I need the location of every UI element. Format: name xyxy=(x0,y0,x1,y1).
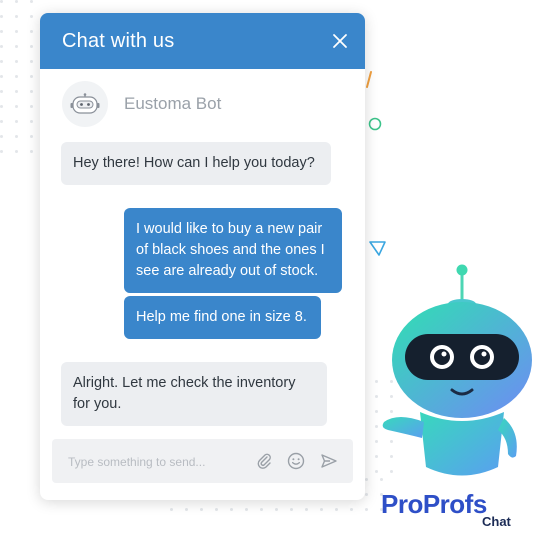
brand-name: ProProfs xyxy=(381,489,487,519)
message-bot-1: Hey there! How can I help you today? xyxy=(61,142,331,185)
dot xyxy=(15,60,18,63)
dot xyxy=(30,0,33,3)
dot xyxy=(15,0,18,3)
message-input[interactable] xyxy=(66,452,240,472)
send-icon[interactable] xyxy=(319,451,339,471)
dot xyxy=(0,30,3,33)
dot xyxy=(275,508,278,511)
dot xyxy=(15,30,18,33)
dot xyxy=(30,45,33,48)
dot xyxy=(0,60,3,63)
paperclip-icon[interactable] xyxy=(254,451,274,471)
dot xyxy=(30,150,33,153)
robot-mascot-illustration xyxy=(382,264,532,476)
dot xyxy=(15,120,18,123)
dot xyxy=(15,15,18,18)
dot xyxy=(260,508,263,511)
dot xyxy=(0,0,3,3)
dot xyxy=(170,508,173,511)
dot xyxy=(30,60,33,63)
proprofs-chat-logo: ProProfs Chat xyxy=(381,490,521,530)
chat-widget: Chat with us Eustoma Bot Hey there! How … xyxy=(40,13,365,500)
dot xyxy=(185,508,188,511)
close-icon[interactable] xyxy=(331,32,349,50)
bot-avatar xyxy=(62,81,108,127)
dot xyxy=(305,508,308,511)
dot xyxy=(30,120,33,123)
dot xyxy=(15,150,18,153)
dot xyxy=(290,508,293,511)
dot xyxy=(215,508,218,511)
dot xyxy=(0,135,3,138)
dot xyxy=(350,508,353,511)
dot xyxy=(0,120,3,123)
dot xyxy=(15,90,18,93)
dot xyxy=(15,135,18,138)
orange-stroke-decoration xyxy=(366,71,372,88)
dot xyxy=(0,75,3,78)
blue-triangle-decoration xyxy=(369,241,386,256)
dot xyxy=(30,105,33,108)
brand-product: Chat xyxy=(482,514,511,529)
dot xyxy=(0,150,3,153)
dot xyxy=(335,508,338,511)
chat-title: Chat with us xyxy=(62,30,175,52)
dot xyxy=(30,135,33,138)
dot xyxy=(15,75,18,78)
dot-pattern-left xyxy=(0,0,40,170)
message-user-2: Help me find one in size 8. xyxy=(124,296,321,339)
dot xyxy=(0,90,3,93)
dot xyxy=(30,15,33,18)
dot xyxy=(0,105,3,108)
dot xyxy=(200,508,203,511)
dot xyxy=(365,493,368,496)
dot xyxy=(230,508,233,511)
chat-header: Chat with us xyxy=(40,13,365,69)
smiley-icon[interactable] xyxy=(286,451,306,471)
dot xyxy=(30,75,33,78)
dot xyxy=(15,45,18,48)
bot-name: Eustoma Bot xyxy=(124,94,222,113)
bot-face-icon xyxy=(70,93,100,114)
message-user-1: I would like to buy a new pair of black … xyxy=(124,208,342,293)
dot xyxy=(365,508,368,511)
green-circle-decoration xyxy=(368,117,382,131)
dot xyxy=(30,30,33,33)
dot xyxy=(30,90,33,93)
dot xyxy=(15,105,18,108)
dot xyxy=(0,45,3,48)
dot xyxy=(320,508,323,511)
message-bot-2: Alright. Let me check the inventory for … xyxy=(61,362,327,426)
dot xyxy=(0,15,3,18)
dot xyxy=(245,508,248,511)
message-composer xyxy=(52,439,353,483)
